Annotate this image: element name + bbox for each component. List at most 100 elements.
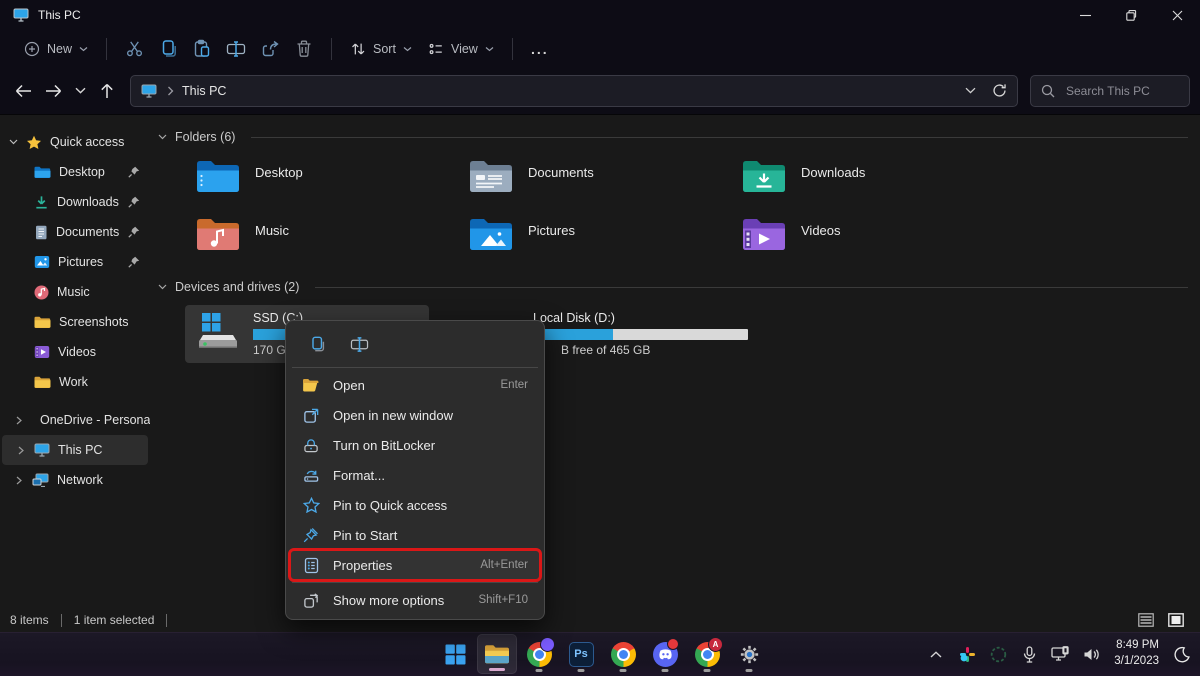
running-indicator [489, 668, 505, 671]
context-menu-item-format[interactable]: Format... [290, 460, 540, 490]
folder-tile-documents[interactable]: Documents [468, 159, 741, 201]
chevron-right-icon[interactable] [6, 416, 32, 425]
tray-slack[interactable] [955, 640, 979, 668]
search-input[interactable] [1064, 83, 1178, 99]
drives-section-header[interactable]: Devices and drives (2) [150, 277, 1200, 297]
details-view-button[interactable] [1136, 611, 1156, 629]
copy-button[interactable] [302, 330, 332, 358]
forward-button[interactable] [38, 76, 68, 106]
breadcrumb-this-pc[interactable]: This PC [182, 84, 226, 98]
divider [292, 582, 538, 583]
sidebar-item-music[interactable]: Music [0, 277, 150, 307]
address-dropdown-chevron-icon[interactable] [965, 87, 976, 94]
rename-button[interactable] [344, 330, 374, 358]
chevron-right-icon[interactable] [8, 446, 34, 455]
sidebar-item-quick-access[interactable]: Quick access [0, 127, 150, 157]
sort-button[interactable]: Sort [342, 36, 420, 62]
view-button[interactable]: View [420, 36, 502, 62]
new-button[interactable]: New [16, 36, 96, 62]
back-button[interactable] [8, 76, 38, 106]
taskbar-discord[interactable] [645, 634, 685, 674]
delete-button[interactable] [287, 35, 321, 63]
sidebar-item-downloads[interactable]: Downloads [0, 187, 150, 217]
night-mode-button[interactable] [1170, 640, 1194, 668]
taskbar-settings[interactable] [729, 634, 769, 674]
folder-tile-downloads[interactable]: Downloads [741, 159, 1014, 201]
menu-item-label: Pin to Quick access [333, 498, 528, 513]
restore-button[interactable] [1108, 0, 1154, 30]
copy-button[interactable] [151, 35, 185, 63]
system-drive-icon [195, 311, 241, 351]
clock-date: 3/1/2023 [1114, 654, 1159, 670]
context-menu-item-properties[interactable]: Properties Alt+Enter [290, 550, 540, 580]
menu-item-shortcut: Enter [501, 379, 529, 391]
context-menu-item-open[interactable]: Open Enter [290, 370, 540, 400]
search-box[interactable] [1030, 75, 1190, 107]
tray-network[interactable] [1048, 640, 1072, 668]
divider [61, 614, 62, 627]
tray-volume[interactable] [1079, 640, 1103, 668]
sidebar-item-screenshots[interactable]: Screenshots [0, 307, 150, 337]
chevron-right-icon[interactable] [6, 476, 32, 485]
context-menu-item-show-more-options[interactable]: Show more options Shift+F10 [290, 585, 540, 615]
large-icons-view-button[interactable] [1166, 611, 1186, 629]
sidebar-item-work[interactable]: Work [0, 367, 150, 397]
close-button[interactable] [1154, 0, 1200, 30]
context-menu-item-pin-to-quick-access[interactable]: Pin to Quick access [290, 490, 540, 520]
chevron-down-icon [485, 46, 494, 52]
status-ring-icon [990, 646, 1007, 663]
cut-button[interactable] [117, 35, 151, 63]
taskbar-chrome[interactable] [603, 634, 643, 674]
file-explorer-icon [484, 644, 510, 665]
up-button[interactable] [92, 76, 122, 106]
folder-tile-desktop[interactable]: Desktop [195, 159, 468, 201]
chevron-down-icon [75, 87, 86, 94]
folder-tile-pictures[interactable]: Pictures [468, 217, 741, 259]
chevron-down-icon[interactable] [0, 139, 26, 145]
status-bar: 8 items 1 item selected [0, 608, 1200, 632]
drive-name: Local Disk (D:) [533, 311, 748, 325]
hidden-icons-chevron[interactable] [924, 640, 948, 668]
context-menu-item-turn-on-bitlocker[interactable]: Turn on BitLocker [290, 430, 540, 460]
tray-status-ring[interactable] [986, 640, 1010, 668]
tray-microphone[interactable] [1017, 640, 1041, 668]
start-button[interactable] [435, 634, 475, 674]
sidebar-item-documents[interactable]: Documents [0, 217, 150, 247]
sidebar-item-desktop[interactable]: Desktop [0, 157, 150, 187]
share-button[interactable] [253, 35, 287, 63]
more-options-button[interactable]: ... [523, 35, 557, 63]
paste-button[interactable] [185, 35, 219, 63]
menu-item-label: Show more options [333, 593, 478, 608]
menu-item-shortcut: Shift+F10 [478, 594, 528, 606]
folder-icon [34, 316, 51, 329]
sidebar-item-onedrive[interactable]: OneDrive - Personal [0, 405, 150, 435]
rename-button[interactable] [219, 35, 253, 63]
folder-tile-videos[interactable]: Videos [741, 217, 1014, 259]
address-bar[interactable]: This PC [130, 75, 1018, 107]
sidebar-item-pictures[interactable]: Pictures [0, 247, 150, 277]
rename-icon [350, 336, 369, 353]
recent-locations-button[interactable] [68, 76, 92, 106]
folder-tile-music[interactable]: Music [195, 217, 468, 259]
sidebar-item-label: OneDrive - Personal [40, 413, 153, 427]
sidebar-item-this-pc[interactable]: This PC [2, 435, 148, 465]
taskbar-file-explorer[interactable] [477, 634, 517, 674]
taskbar-clock[interactable]: 8:49 PM 3/1/2023 [1114, 638, 1159, 669]
folders-section-header[interactable]: Folders (6) [150, 127, 1200, 147]
sidebar-item-network[interactable]: Network [0, 465, 150, 495]
folders-section-title: Folders (6) [175, 130, 235, 144]
context-menu-item-open-new-window[interactable]: Open in new window [290, 400, 540, 430]
star-icon [26, 135, 42, 150]
minimize-button[interactable] [1062, 0, 1108, 30]
system-tray: 8:49 PM 3/1/2023 [924, 633, 1194, 675]
running-indicator [704, 669, 711, 672]
view-button-label: View [451, 42, 478, 56]
refresh-icon[interactable] [992, 83, 1007, 98]
context-menu-item-pin-to-start[interactable]: Pin to Start [290, 520, 540, 550]
taskbar-photoshop[interactable]: Ps [561, 634, 601, 674]
documents-folder-icon [468, 159, 514, 195]
taskbar-chrome-profile[interactable] [519, 634, 559, 674]
taskbar-chrome-alt[interactable]: A [687, 634, 727, 674]
command-bar: New Sort View [0, 30, 1200, 67]
sidebar-item-videos[interactable]: Videos [0, 337, 150, 367]
